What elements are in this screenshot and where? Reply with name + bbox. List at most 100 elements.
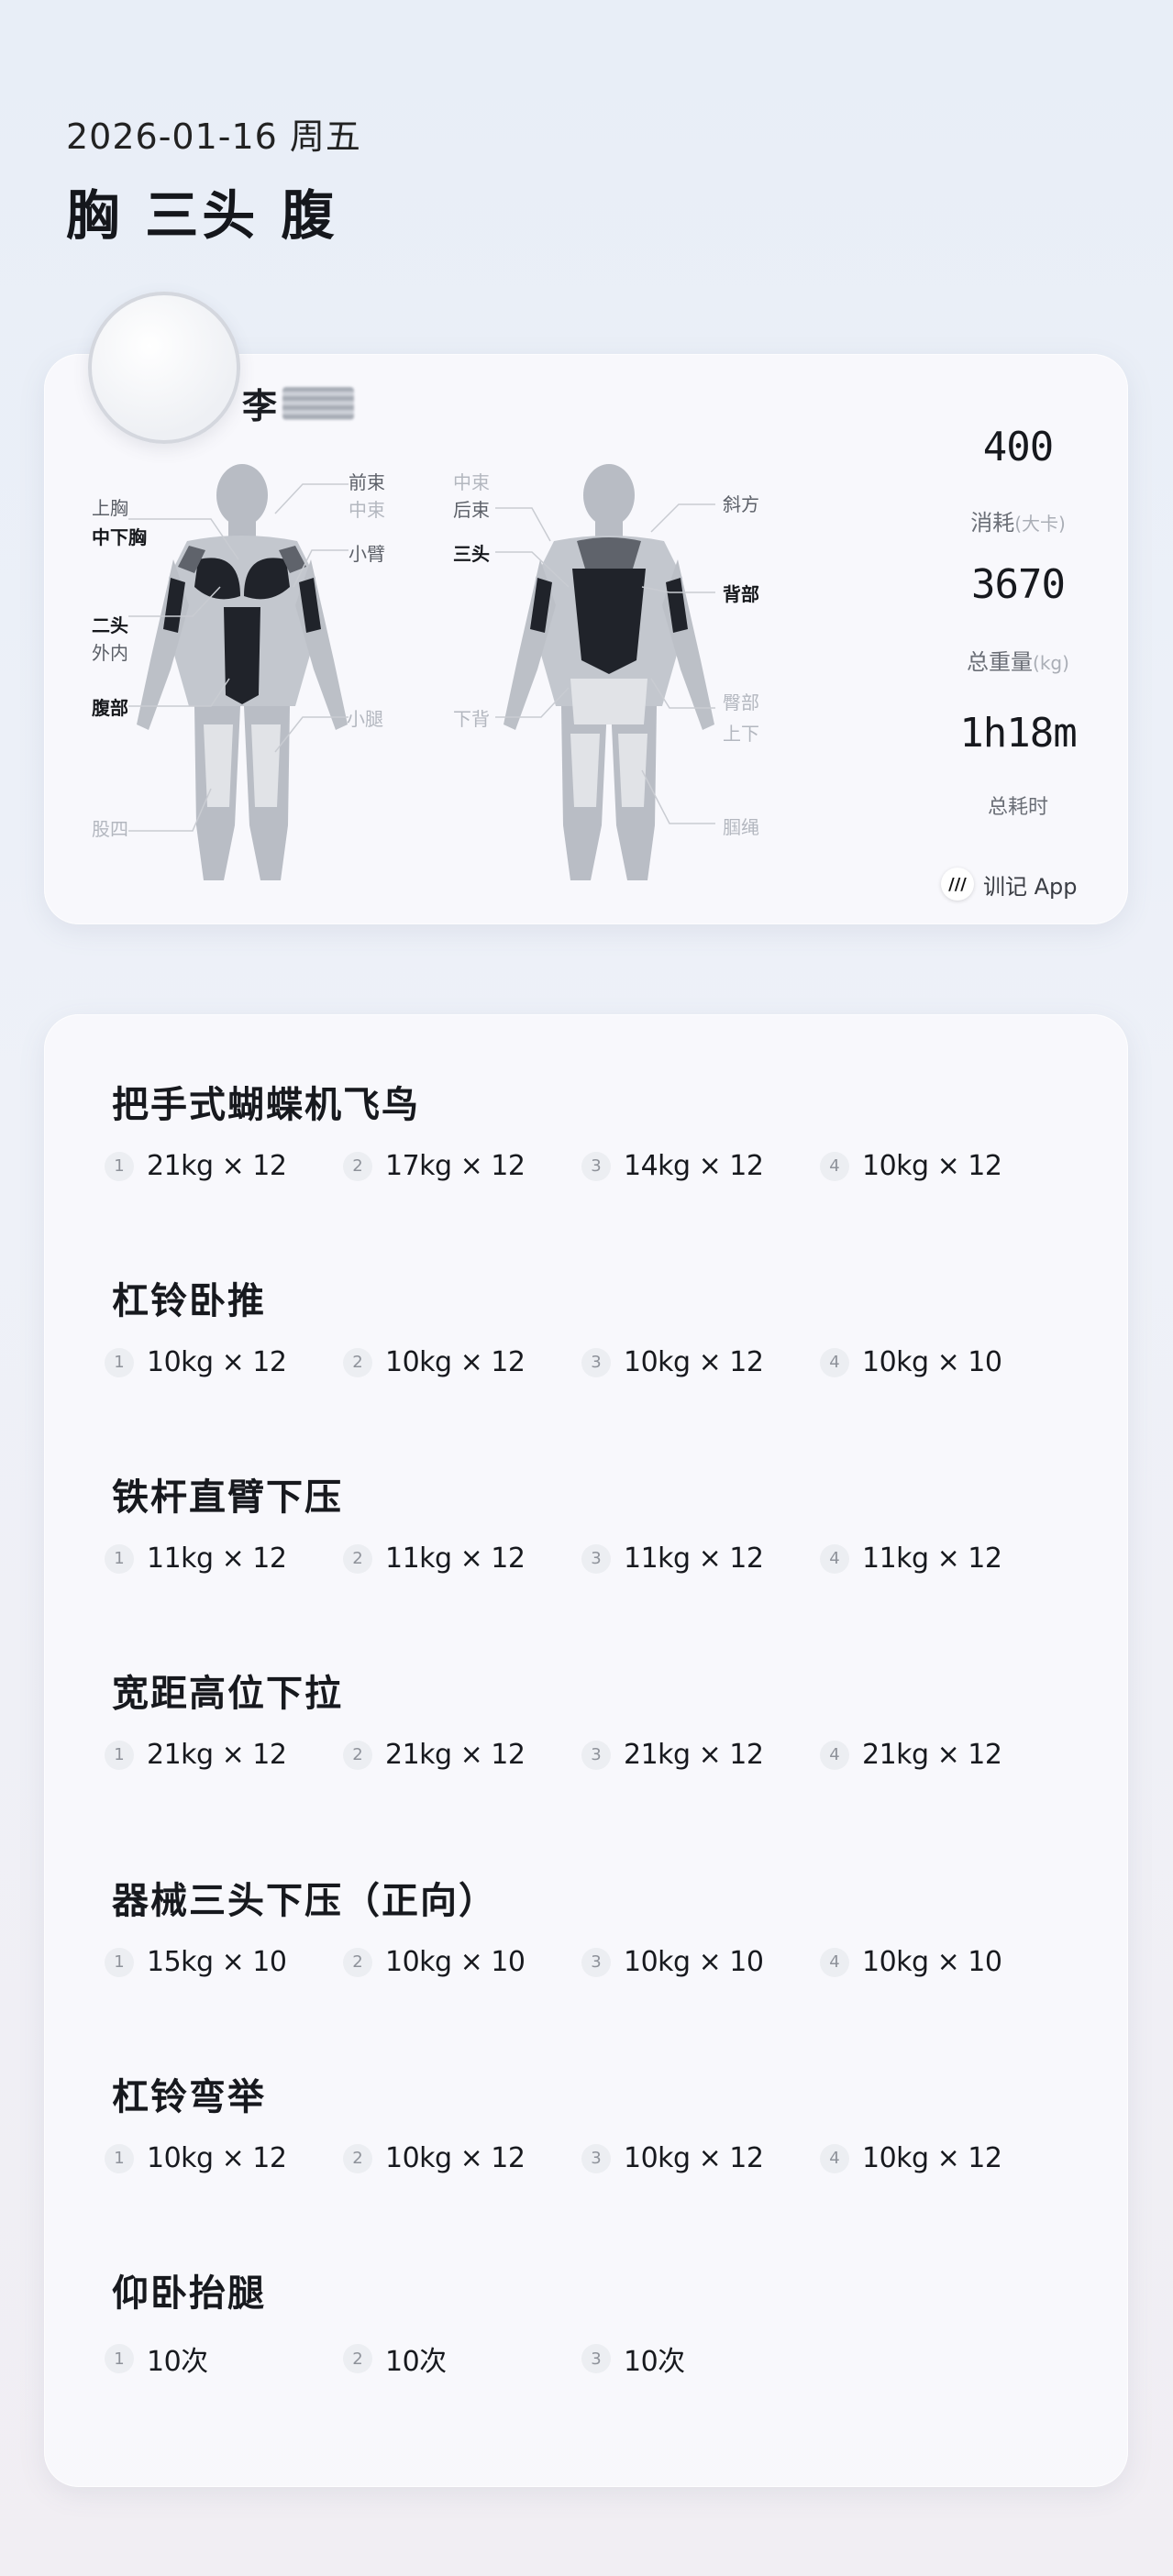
set-number-badge: 2 <box>343 1151 372 1181</box>
set-item: 1 11kg × 12 <box>105 1542 350 1575</box>
set-item: 4 10kg × 10 <box>820 1346 1066 1378</box>
set-number-badge: 4 <box>820 1151 849 1181</box>
set-value: 10kg × 12 <box>862 2142 1002 2174</box>
set-item: 2 10kg × 12 <box>343 1346 589 1378</box>
calories-unit: (大卡) <box>1014 513 1066 535</box>
muscle-label-abs: 腹部 <box>92 697 128 719</box>
set-number-badge: 1 <box>105 1151 134 1181</box>
name-blur-mask <box>282 386 355 420</box>
set-number-badge: 1 <box>105 1947 134 1977</box>
muscle-label-upper-lower: 上下 <box>723 723 759 745</box>
set-item: 2 21kg × 12 <box>343 1739 589 1771</box>
muscle-label-mid-delt-front: 中束 <box>349 499 385 521</box>
set-item: 2 10kg × 10 <box>343 1946 589 1978</box>
set-item: 2 11kg × 12 <box>343 1542 589 1575</box>
set-value: 10kg × 12 <box>147 2142 287 2174</box>
set-value: 10kg × 12 <box>147 1346 287 1378</box>
set-item: 4 10kg × 12 <box>820 1150 1066 1182</box>
calories-label: 消耗(大卡) <box>908 504 1128 536</box>
set-value: 10kg × 10 <box>862 1346 1002 1378</box>
set-value: 10kg × 10 <box>862 1946 1002 1978</box>
app-logo-icon: /// <box>941 868 974 901</box>
set-value: 10次 <box>624 2346 685 2378</box>
set-number-badge: 2 <box>343 2344 372 2373</box>
set-item: 2 10次 <box>343 2338 589 2379</box>
set-value: 11kg × 12 <box>385 1542 526 1575</box>
set-item: 3 21kg × 12 <box>581 1739 827 1771</box>
muscle-label-calves: 小腿 <box>347 708 383 730</box>
user-name: 李 <box>242 378 355 428</box>
exercise-sets: 1 21kg × 12 2 21kg × 12 3 21kg × 12 4 21kg × 12 <box>105 1739 1075 1771</box>
set-item: 2 17kg × 12 <box>343 1150 589 1182</box>
set-value: 21kg × 12 <box>147 1150 287 1182</box>
exercise-name: 宽距高位下拉 <box>112 1673 343 1715</box>
set-number-badge: 3 <box>581 2344 611 2373</box>
set-value: 10次 <box>147 2346 208 2378</box>
muscle-label-hamstrings: 腘绳 <box>723 816 759 838</box>
volume-unit: (kg) <box>1033 652 1069 674</box>
exercise-sets: 1 15kg × 10 2 10kg × 10 3 10kg × 10 4 10kg × 10 <box>105 1946 1075 1978</box>
muscle-label-biceps: 二头 <box>92 614 128 636</box>
muscle-label-mid-lower-chest: 中下胸 <box>92 526 147 548</box>
set-value: 10kg × 12 <box>862 1150 1002 1182</box>
muscle-label-outer-inner: 外内 <box>92 642 128 664</box>
set-number-badge: 3 <box>581 2143 611 2173</box>
exercise-sets: 1 21kg × 12 2 17kg × 12 3 14kg × 12 4 10kg × 12 <box>105 1150 1075 1182</box>
muscle-label-triceps: 三头 <box>453 543 490 565</box>
set-number-badge: 1 <box>105 1347 134 1377</box>
muscle-label-forearm: 小臂 <box>349 543 385 565</box>
exercise-block[interactable]: 宽距高位下拉 1 21kg × 12 2 21kg × 12 3 21kg × 12 4 21k… <box>105 1664 1075 1771</box>
avatar[interactable] <box>88 292 240 444</box>
exercise-sets: 1 11kg × 12 2 11kg × 12 3 11kg × 12 4 11kg × 12 <box>105 1542 1075 1575</box>
brand[interactable]: /// 训记 App <box>941 868 1078 901</box>
exercise-sets: 1 10次 2 10次 3 10次 <box>105 2338 1075 2379</box>
set-number-badge: 4 <box>820 1347 849 1377</box>
exercise-block[interactable]: 把手式蝴蝶机飞鸟 1 21kg × 12 2 17kg × 12 3 14kg × 12 4 1… <box>105 1075 1075 1182</box>
exercise-sets: 1 10kg × 12 2 10kg × 12 3 10kg × 12 4 10kg × 12 <box>105 2142 1075 2174</box>
set-value: 10kg × 12 <box>385 2142 526 2174</box>
set-item: 2 10kg × 12 <box>343 2142 589 2174</box>
set-value: 21kg × 12 <box>624 1739 764 1771</box>
muscle-label-lower-back: 下背 <box>453 708 490 730</box>
set-value: 11kg × 12 <box>624 1542 764 1575</box>
set-item: 1 21kg × 12 <box>105 1150 350 1182</box>
exercise-block[interactable]: 仰卧抬腿 1 10次 2 10次 3 10次 <box>105 2263 1075 2379</box>
set-value: 21kg × 12 <box>862 1739 1002 1771</box>
set-item: 3 10kg × 12 <box>581 2142 827 2174</box>
exercise-name: 器械三头下压（正向） <box>112 1880 497 1922</box>
muscle-label-upper-chest: 上胸 <box>92 497 128 519</box>
set-number-badge: 4 <box>820 1740 849 1770</box>
set-value: 21kg × 12 <box>147 1739 287 1771</box>
set-value: 11kg × 12 <box>862 1542 1002 1575</box>
muscle-label-quads: 股四 <box>92 818 128 840</box>
set-value: 10kg × 12 <box>624 1346 764 1378</box>
set-number-badge: 2 <box>343 1947 372 1977</box>
set-number-badge: 3 <box>581 1543 611 1574</box>
set-number-badge: 4 <box>820 1947 849 1977</box>
set-number-badge: 3 <box>581 1947 611 1977</box>
set-value: 21kg × 12 <box>385 1739 526 1771</box>
muscle-label-back: 背部 <box>723 583 759 605</box>
set-value: 14kg × 12 <box>624 1150 764 1182</box>
volume-value: 3670 <box>971 561 1066 608</box>
set-number-badge: 2 <box>343 1347 372 1377</box>
set-number-badge: 3 <box>581 1347 611 1377</box>
exercise-block[interactable]: 杠铃卧推 1 10kg × 12 2 10kg × 12 3 10kg × 12 4 10kg … <box>105 1271 1075 1378</box>
set-number-badge: 4 <box>820 2143 849 2173</box>
calories-label-text: 消耗 <box>970 510 1015 536</box>
exercise-block[interactable]: 杠铃弯举 1 10kg × 12 2 10kg × 12 3 10kg × 12 4 10kg … <box>105 2067 1075 2174</box>
volume-label-text: 总重量 <box>967 649 1034 675</box>
muscle-label-traps: 斜方 <box>723 493 759 515</box>
set-number-badge: 2 <box>343 1740 372 1770</box>
set-number-badge: 3 <box>581 1740 611 1770</box>
set-item: 1 15kg × 10 <box>105 1946 350 1978</box>
set-item: 3 10次 <box>581 2338 827 2379</box>
set-value: 10kg × 12 <box>624 2142 764 2174</box>
set-number-badge: 2 <box>343 2143 372 2173</box>
exercise-block[interactable]: 铁杆直臂下压 1 11kg × 12 2 11kg × 12 3 11kg × 12 4 11k… <box>105 1467 1075 1575</box>
set-value: 11kg × 12 <box>147 1542 287 1575</box>
exercise-name: 杠铃弯举 <box>112 2076 266 2118</box>
exercise-block[interactable]: 器械三头下压（正向） 1 15kg × 10 2 10kg × 10 3 10kg × 10… <box>105 1871 1075 1978</box>
set-value: 10次 <box>385 2346 447 2378</box>
set-item: 1 10次 <box>105 2338 350 2379</box>
